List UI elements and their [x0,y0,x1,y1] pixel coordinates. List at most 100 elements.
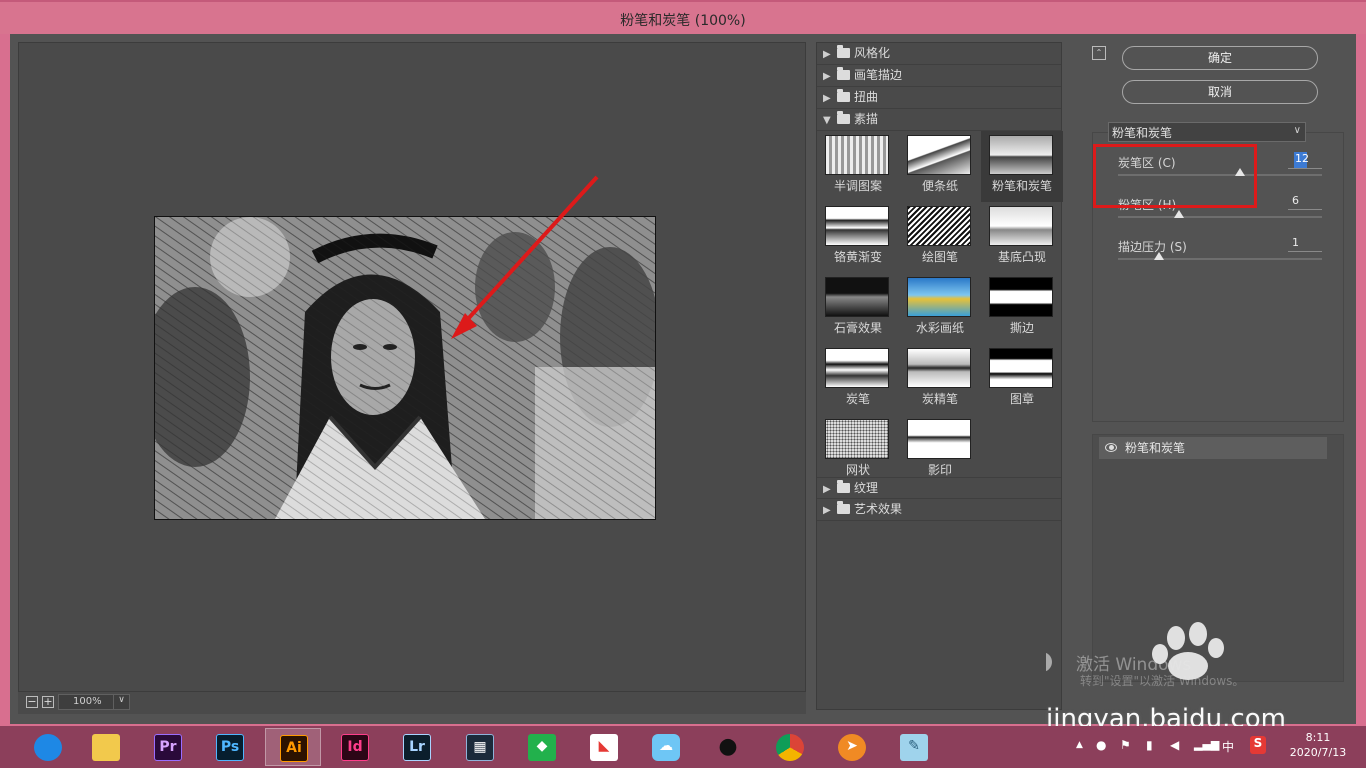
indesign-icon: Id [341,734,369,761]
category-sketch[interactable]: ▼ 素描 [817,109,1061,131]
ok-button[interactable]: 确定 [1122,46,1318,70]
thumb-torn-edges[interactable]: 撕边 [981,273,1063,344]
cloud-app-icon: ☁ [652,734,680,761]
effect-layer-item[interactable]: 粉笔和炭笔 [1099,437,1327,459]
effect-layer-label: 粉笔和炭笔 [1125,441,1186,455]
filter-gallery: ▶ 风格化 ▶ 画笔描边 ▶ 扭曲 ▼ 素描 半调图案 便条纸 粉笔和炭笔 铬黄渐变 绘… [816,42,1063,710]
category-label: 素描 [854,112,879,126]
thumb-reticulation[interactable]: 网状 [817,415,899,486]
lightroom-app[interactable]: Lr [389,728,445,766]
thumb-graphic-pen[interactable]: 绘图笔 [899,202,981,273]
zoom-select[interactable]: 100% ∨ [58,694,130,710]
chevron-down-icon: ∨ [113,695,129,709]
category-label: 风格化 [854,46,891,60]
window-title: 粉笔和炭笔 (100%) [620,13,746,29]
open-folder-icon [837,111,850,124]
ime-indicator[interactable]: 中 [1222,738,1234,768]
thumb-chalk-charcoal[interactable]: 粉笔和炭笔 [981,131,1063,202]
colorful-app[interactable]: ◣ [576,728,632,766]
colorful-app-icon: ◣ [590,734,618,761]
green-app-icon: ◆ [528,734,556,761]
chrome-icon [776,734,804,761]
sogou-ime-icon[interactable]: S [1250,736,1266,754]
charcoal-area-input[interactable]: 12 [1294,152,1309,168]
flag-icon[interactable]: ⚑ [1120,738,1131,768]
premiere-app[interactable]: Pr [140,728,196,766]
sparrow-app[interactable]: ➤ [824,728,880,766]
filter-select-value: 粉笔和炭笔 [1112,126,1173,140]
stroke-pressure-input[interactable]: 1 [1288,236,1322,252]
chalk-area-input[interactable]: 6 [1288,194,1322,210]
thumb-conte-crayon[interactable]: 炭精笔 [899,344,981,415]
thumb-chrome[interactable]: 铬黄渐变 [817,202,899,273]
category-label: 扭曲 [854,90,879,104]
folder-icon [92,734,120,761]
thumb-note-paper[interactable]: 便条纸 [899,131,981,202]
green-app[interactable]: ◆ [514,728,570,766]
film-icon: ▦ [466,734,494,761]
taskbar: Pr Ps Ai Id Lr ▦ ◆ ◣ ☁ ● ➤ ✎ ▲ ● ⚑ ▮ ◀ ▂… [0,726,1366,768]
thumb-charcoal[interactable]: 炭笔 [817,344,899,415]
chrome-app[interactable] [762,728,818,766]
file-explorer-app[interactable] [78,728,134,766]
slider-track[interactable] [1118,216,1322,218]
param-label: 描边压力 (S) [1118,240,1187,254]
qq-app[interactable]: ● [700,728,756,766]
premiere-icon: Pr [154,734,182,761]
eye-icon[interactable] [1105,443,1117,452]
illustrator-app[interactable]: Ai [265,728,321,766]
thumb-halftone[interactable]: 半调图案 [817,131,899,202]
window-titlebar[interactable]: 粉笔和炭笔 (100%) [0,0,1366,34]
notes-app[interactable]: ✎ [886,728,942,766]
sketch-thumbnails: 半调图案 便条纸 粉笔和炭笔 铬黄渐变 绘图笔 基底凸现 石膏效果 水彩画纸 撕… [817,131,1063,477]
category-label: 画笔描边 [854,68,903,82]
folder-icon [837,89,850,102]
category-distort[interactable]: ▶ 扭曲 [817,87,1061,109]
tray-qq-icon[interactable]: ● [1096,738,1106,768]
browser-app[interactable] [20,728,76,766]
category-artistic[interactable]: ▶ 艺术效果 [817,499,1061,521]
zoom-out-button[interactable]: − [26,696,38,708]
tray-expand-icon[interactable]: ▲ [1076,740,1083,768]
slider-knob[interactable] [1174,210,1185,218]
category-label: 艺术效果 [854,502,903,516]
slider-knob[interactable] [1153,252,1164,260]
thumb-bas-relief[interactable]: 基底凸现 [981,202,1063,273]
photoshop-app[interactable]: Ps [202,728,258,766]
notes-icon: ✎ [900,734,928,761]
network-icon[interactable]: ▂▄▆ [1194,738,1219,768]
slider-track[interactable] [1118,258,1322,260]
collapse-gallery-button[interactable]: ⌃ [1092,46,1106,60]
clock-time: 8:11 [1305,731,1331,744]
qq-penguin-icon: ● [718,734,738,759]
battery-icon[interactable]: ▮ [1146,738,1153,768]
category-stylize[interactable]: ▶ 风格化 [817,43,1061,65]
expand-triangle-icon: ▶ [823,484,831,495]
activate-windows-subtext: 转到"设置"以激活 Windows。 [1080,674,1245,688]
cancel-button[interactable]: 取消 [1122,80,1318,104]
clock[interactable]: 8:11 2020/7/13 [1286,730,1350,760]
filter-select[interactable]: 粉笔和炭笔 ∨ [1108,122,1306,142]
expand-triangle-icon: ▶ [823,71,831,82]
preview-pane[interactable] [18,42,806,692]
preview-image [154,216,656,520]
red-highlight-box [1093,144,1257,208]
category-brush-strokes[interactable]: ▶ 画笔描边 [817,65,1061,87]
thumb-water-paper[interactable]: 水彩画纸 [899,273,981,344]
thumb-stamp[interactable]: 图章 [981,344,1063,415]
video-editor-app[interactable]: ▦ [452,728,508,766]
category-texture[interactable]: ▶ 纹理 [817,477,1061,499]
param-stroke-pressure: 描边压力 (S) 1 [1118,236,1322,278]
zoom-value: 100% [73,696,102,707]
folder-icon [837,480,850,493]
folder-icon [837,501,850,514]
indesign-app[interactable]: Id [327,728,383,766]
thumb-plaster[interactable]: 石膏效果 [817,273,899,344]
lightroom-icon: Lr [403,734,431,761]
thumb-photocopy[interactable]: 影印 [899,415,981,486]
zoom-in-button[interactable]: + [42,696,54,708]
clock-date: 2020/7/13 [1289,746,1347,759]
expand-triangle-icon: ▶ [823,505,831,516]
volume-icon[interactable]: ◀ [1170,738,1179,768]
cloud-app[interactable]: ☁ [638,728,694,766]
